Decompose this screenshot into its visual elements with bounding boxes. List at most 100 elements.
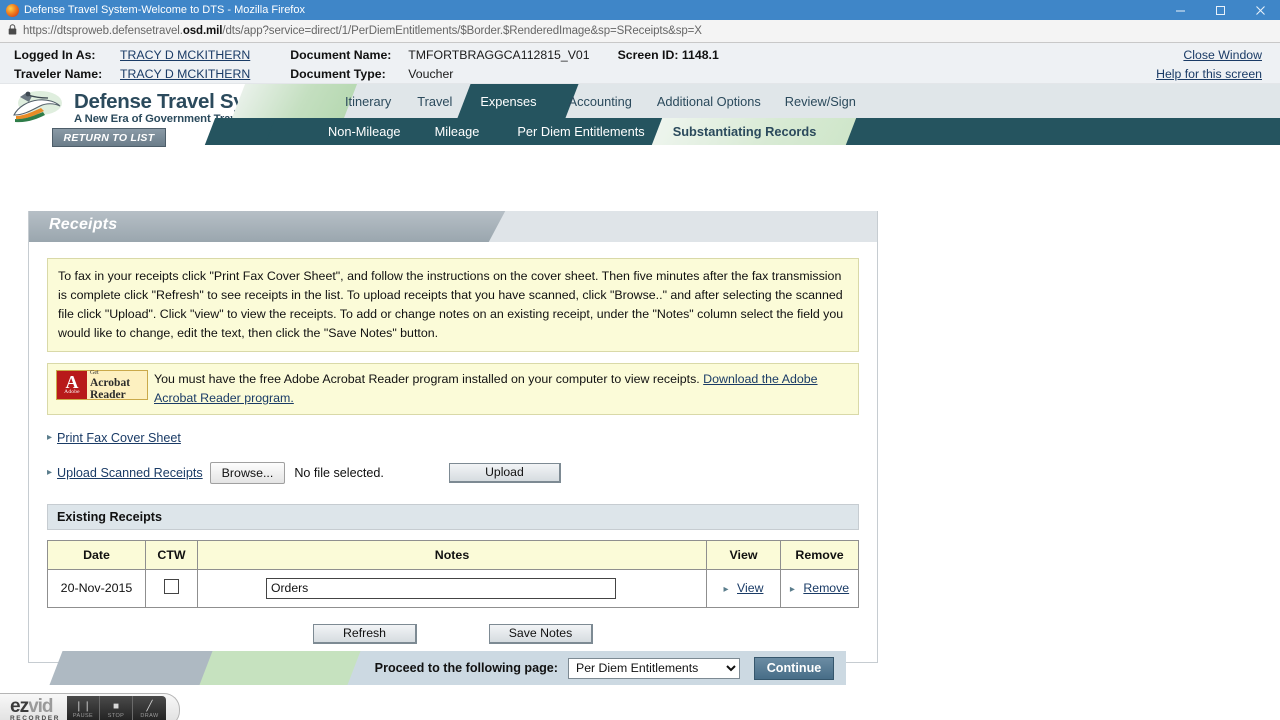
doc-name-value: TMFORTBRAGGCA112815_V01 (408, 48, 590, 62)
browser-titlebar: Defense Travel System-Welcome to DTS - M… (0, 0, 1280, 20)
stop-icon: ■ (112, 700, 120, 712)
proceed-page-select[interactable]: Per Diem Entitlements (568, 657, 740, 679)
remove-receipt-link[interactable]: Remove (803, 581, 849, 595)
lock-icon (8, 24, 17, 38)
receipts-table-head: Date CTW Notes View Remove (47, 539, 859, 570)
column-header-ctw: CTW (145, 539, 198, 570)
save-notes-button[interactable]: Save Notes (489, 623, 593, 644)
tab-expenses[interactable]: Expenses (480, 94, 536, 109)
ezvid-pause-button[interactable]: ❘❘ PAUSE (67, 696, 100, 720)
close-window-link[interactable]: Close Window (1183, 48, 1280, 62)
proceed-footer: Proceed to the following page: Per Diem … (28, 647, 846, 691)
notes-input[interactable] (266, 577, 616, 599)
tab-travel[interactable]: Travel (417, 94, 452, 109)
tab-additional-options[interactable]: Additional Options (657, 94, 761, 109)
footer-controls: Proceed to the following page: Per Diem … (28, 651, 846, 685)
logged-in-user[interactable]: TRACY D MCKITHERN (120, 48, 250, 62)
primary-tabs: Itinerary Travel Expenses Accounting Add… (232, 84, 1280, 118)
upload-row: ▸ Upload Scanned Receipts Browse... No f… (47, 461, 859, 484)
column-header-date: Date (47, 539, 146, 570)
sub-tab-list: Non-Mileage Mileage Per Diem Entitlement… (232, 118, 1280, 145)
maximize-icon[interactable] (1200, 0, 1240, 20)
doc-name-label: Document Name: (290, 48, 392, 62)
print-fax-cover-sheet-link[interactable]: Print Fax Cover Sheet (57, 431, 181, 445)
logged-in-label: Logged In As: (14, 48, 96, 62)
acrobat-reader-icon: A Adobe Get Acrobat Reader (56, 370, 148, 400)
url-text: https://dtsproweb.defensetravel.osd.mil/… (23, 25, 702, 37)
browse-button[interactable]: Browse... (209, 461, 286, 484)
tab-review-sign[interactable]: Review/Sign (785, 94, 856, 109)
tab-accounting[interactable]: Accounting (569, 94, 632, 109)
ezvid-buttons: ❘❘ PAUSE ■ STOP ╱ DRAW (67, 696, 166, 720)
subtab-per-diem-entitlements[interactable]: Per Diem Entitlements (517, 124, 644, 139)
card-title-bar: Receipts (29, 211, 877, 242)
doc-name-group: Document Name: TMFORTBRAGGCA112815_V01 (290, 48, 589, 62)
url-prefix: https://dtsproweb.defensetravel. (23, 25, 183, 37)
bullet-icon-remove: ▸ (789, 584, 795, 596)
subtab-substantiating-records[interactable]: Substantiating Records (673, 124, 817, 139)
cell-notes (197, 568, 707, 608)
ezvid-recorder-widget: ezvid RECORDER ❘❘ PAUSE ■ STOP ╱ DRAW (0, 693, 180, 720)
tab-itinerary[interactable]: Itinerary (345, 94, 391, 109)
continue-button[interactable]: Continue (754, 656, 834, 680)
page-content: Logged In As: TRACY D MCKITHERN Document… (0, 43, 1280, 720)
dts-logo-icon (8, 89, 66, 129)
view-receipt-link[interactable]: View (737, 581, 763, 595)
subtab-non-mileage[interactable]: Non-Mileage (328, 124, 401, 139)
sub-navigation: Non-Mileage Mileage Per Diem Entitlement… (204, 118, 1280, 148)
ezvid-recorder-label: RECORDER (10, 715, 60, 720)
card-body: To fax in your receipts click "Print Fax… (29, 242, 877, 662)
column-header-notes: Notes (197, 539, 707, 570)
close-icon[interactable] (1240, 0, 1280, 20)
cell-date: 20-Nov-2015 (47, 568, 146, 608)
receipts-table-body: 20-Nov-2015 ▸ View ▸ Re (47, 568, 859, 608)
document-info-strip: Logged In As: TRACY D MCKITHERN Document… (0, 43, 1280, 84)
screen-id: Screen ID: 1148.1 (617, 48, 719, 62)
upload-scanned-receipts-link[interactable]: Upload Scanned Receipts (57, 466, 203, 480)
draw-label: DRAW (140, 712, 159, 719)
ezvid-ez: ez (10, 696, 29, 718)
acrobat-wordmark: Get Acrobat Reader (87, 370, 147, 401)
ezvid-stop-button[interactable]: ■ STOP (100, 696, 133, 720)
print-fax-row: ▸ Print Fax Cover Sheet (47, 431, 859, 445)
traveler-label: Traveler Name: (14, 67, 103, 81)
main-navigation: Itinerary Travel Expenses Accounting Add… (204, 84, 1280, 151)
pause-icon: ❘❘ (74, 700, 92, 712)
cell-view: ▸ View (706, 568, 781, 608)
window-controls (1160, 0, 1280, 20)
ctw-checkbox[interactable] (164, 579, 179, 595)
bullet-icon-view: ▸ (723, 584, 729, 596)
site-banner: Defense Travel System A New Era of Gover… (0, 84, 1280, 151)
existing-receipts-header: Existing Receipts (47, 503, 859, 530)
acrobat-line2: Reader (90, 388, 126, 401)
subtab-mileage[interactable]: Mileage (435, 124, 480, 139)
column-header-remove: Remove (780, 539, 859, 570)
ezvid-draw-button[interactable]: ╱ DRAW (133, 696, 166, 720)
url-domain: osd.mil (182, 25, 223, 37)
doc-type-label: Document Type: (290, 67, 386, 81)
firefox-icon (6, 3, 19, 17)
cell-remove: ▸ Remove (780, 568, 859, 608)
cell-ctw (145, 568, 198, 608)
traveler-name[interactable]: TRACY D MCKITHERN (120, 67, 250, 81)
acrobat-message: You must have the free Adobe Acrobat Rea… (154, 372, 704, 387)
draw-icon: ╱ (146, 700, 153, 712)
ezvid-wordmark: ezvid RECORDER (10, 697, 60, 720)
help-link[interactable]: Help for this screen (1156, 67, 1280, 81)
column-header-view: View (706, 539, 781, 570)
ezvid-name: ezvid (10, 697, 60, 716)
return-to-list-button[interactable]: RETURN TO LIST (52, 128, 166, 147)
upload-button[interactable]: Upload (448, 462, 561, 483)
address-bar[interactable]: https://dtsproweb.defensetravel.osd.mil/… (0, 20, 1280, 43)
receipts-table: Date CTW Notes View Remove 20-Nov-2015 O… (47, 539, 859, 608)
table-action-buttons: Refresh Save Notes (47, 623, 859, 648)
refresh-button[interactable]: Refresh (313, 623, 417, 644)
doc-type-value: Voucher (408, 67, 454, 81)
subnav-underline (232, 145, 1280, 148)
adobe-label: Adobe (64, 389, 80, 396)
table-header-row: Date CTW Notes View Remove (47, 539, 859, 570)
minimize-icon[interactable] (1160, 0, 1200, 20)
primary-tab-list: Itinerary Travel Expenses Accounting Add… (232, 84, 1280, 118)
acrobat-text-block: You must have the free Adobe Acrobat Rea… (154, 370, 850, 407)
table-row: 20-Nov-2015 ▸ View ▸ Re (47, 568, 859, 608)
